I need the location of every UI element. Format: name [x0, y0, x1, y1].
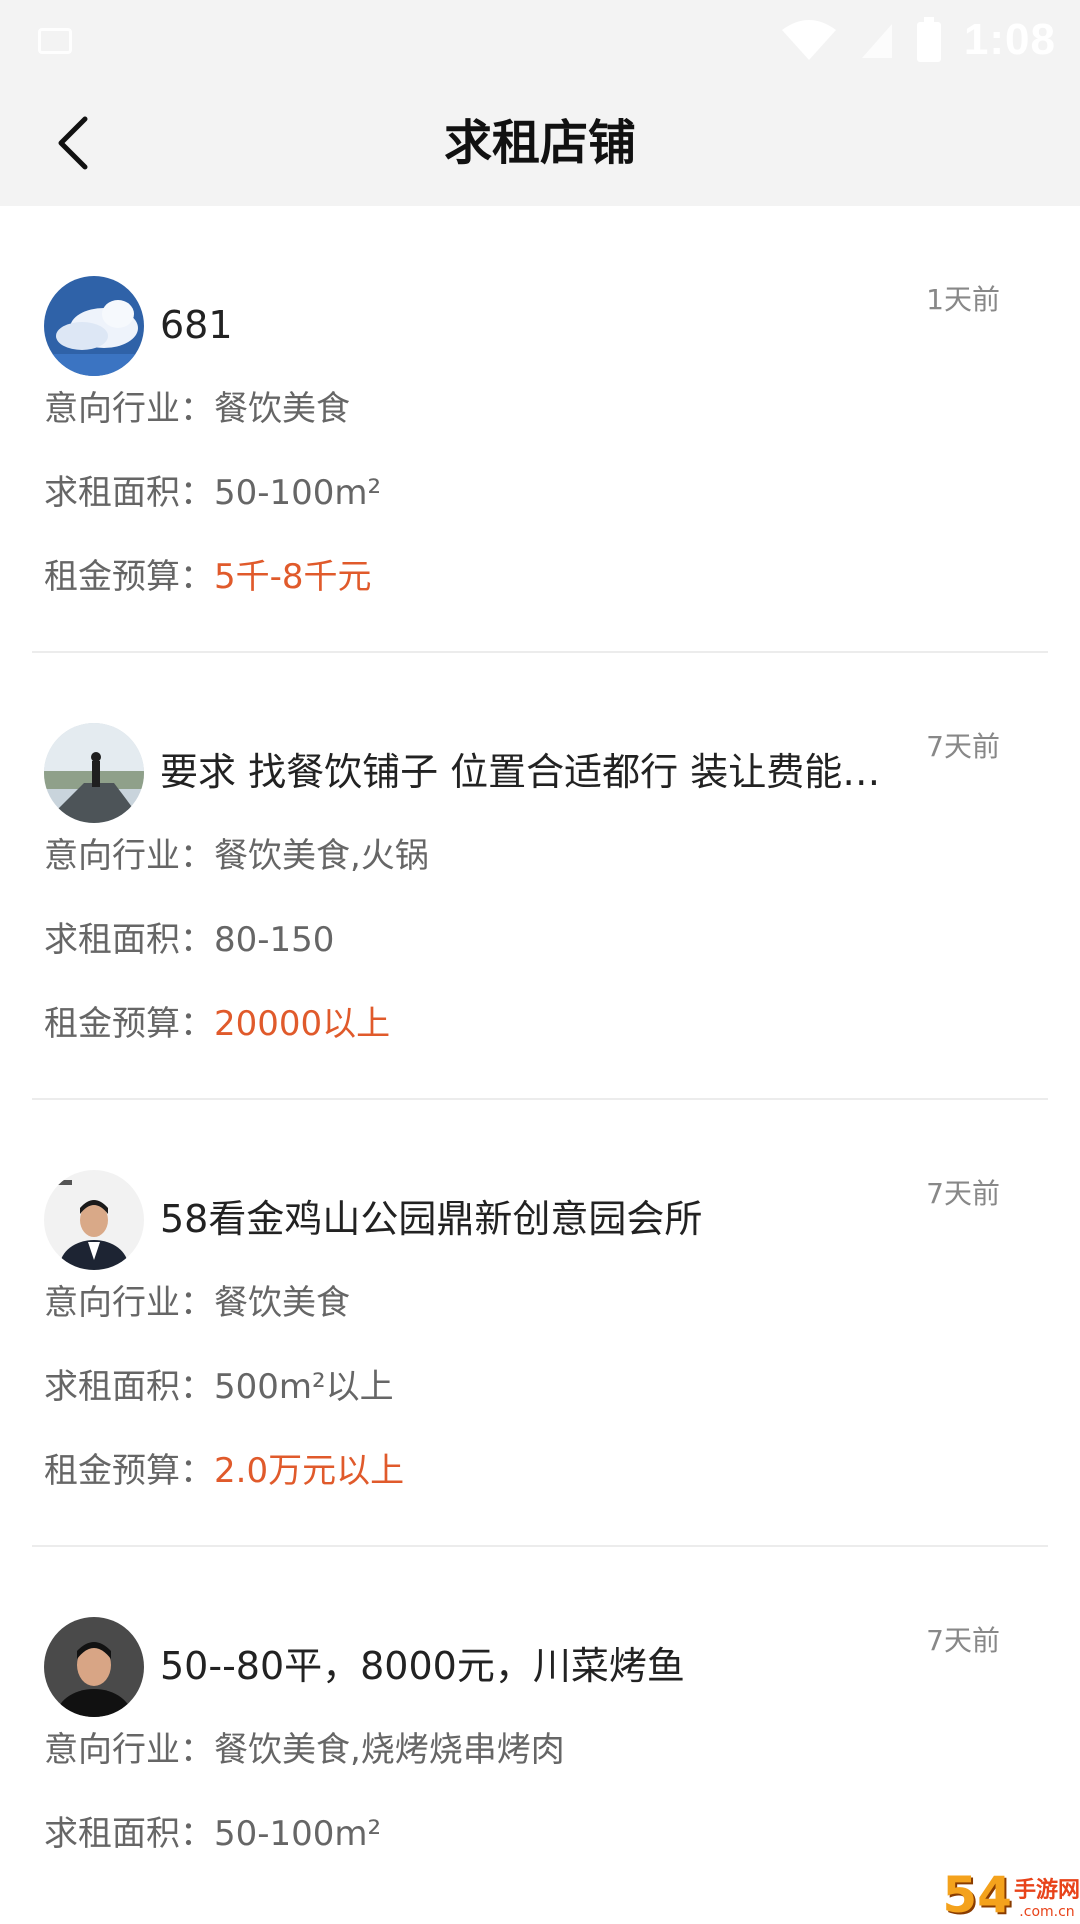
area-value: 80-150 — [214, 920, 334, 960]
listing-card[interactable]: 50--80平，8000元，川菜烤鱼 7天前 意向行业：餐饮美食,烧烤烧串烤肉 … — [0, 1547, 1080, 1920]
status-time: 1:08 — [964, 15, 1056, 65]
wifi-icon — [780, 18, 838, 62]
area-value: 50-100m² — [214, 1814, 381, 1854]
area-label: 求租面积： — [44, 1814, 214, 1854]
status-bar: 1:08 — [0, 0, 1080, 80]
watermark-logo: 54 手游网 .com.cn — [920, 1860, 1080, 1920]
listing-time: 7天前 — [926, 1174, 1000, 1214]
status-icons: 1:08 — [780, 14, 1056, 66]
industry-row: 意向行业：餐饮美食 — [44, 1278, 350, 1328]
industry-label: 意向行业： — [44, 836, 214, 876]
listing-time: 1天前 — [926, 280, 1000, 320]
area-label: 求租面积： — [44, 473, 214, 513]
industry-row: 意向行业：餐饮美食,火锅 — [44, 831, 429, 881]
listing-title: 58看金鸡山公园鼎新创意园会所 — [160, 1184, 890, 1254]
listing-title: 50--80平，8000元，川菜烤鱼 — [160, 1631, 890, 1701]
area-value: 500m²以上 — [214, 1367, 394, 1407]
budget-value: 2.0万元以上 — [214, 1451, 404, 1491]
area-row: 求租面积：500m²以上 — [44, 1362, 394, 1412]
area-row: 求租面积：50-100m² — [44, 468, 381, 518]
listing-time: 7天前 — [926, 727, 1000, 767]
budget-value: 5千-8千元 — [214, 557, 372, 597]
budget-value: 20000以上 — [214, 1004, 390, 1044]
watermark-cn: 手游网 — [1014, 1878, 1080, 1904]
area-label: 求租面积： — [44, 1367, 214, 1407]
area-label: 求租面积： — [44, 920, 214, 960]
header: 求租店铺 — [0, 80, 1080, 206]
industry-label: 意向行业： — [44, 1730, 214, 1770]
listing-title: 要求 找餐饮铺子 位置合适都行 装让费能… — [160, 737, 890, 807]
budget-row: 租金预算：2.0万元以上 — [44, 1446, 404, 1496]
budget-label: 租金预算： — [44, 1451, 214, 1491]
area-row: 求租面积：50-100m² — [44, 1809, 381, 1859]
watermark-text: 手游网 .com.cn — [1014, 1878, 1080, 1920]
signal-icon — [860, 20, 894, 60]
avatar[interactable] — [44, 723, 144, 823]
area-value: 50-100m² — [214, 473, 381, 513]
notification-icon — [38, 28, 72, 54]
industry-label: 意向行业： — [44, 389, 214, 429]
battery-icon — [916, 17, 942, 63]
area-row: 求租面积：80-150 — [44, 915, 334, 965]
industry-value: 餐饮美食 — [214, 1283, 350, 1323]
budget-row: 租金预算：20000以上 — [44, 999, 390, 1049]
listing-card[interactable]: 58看金鸡山公园鼎新创意园会所 7天前 意向行业：餐饮美食 求租面积：500m²… — [0, 1100, 1080, 1547]
listing-card[interactable]: 要求 找餐饮铺子 位置合适都行 装让费能… 7天前 意向行业：餐饮美食,火锅 求… — [0, 653, 1080, 1100]
budget-row: 租金预算：5千-8千元 — [44, 552, 372, 602]
industry-row: 意向行业：餐饮美食,烧烤烧串烤肉 — [44, 1725, 565, 1775]
budget-label: 租金预算： — [44, 1004, 214, 1044]
back-button[interactable] — [30, 100, 116, 186]
watermark-en: .com.cn — [1019, 1904, 1074, 1920]
industry-label: 意向行业： — [44, 1283, 214, 1323]
industry-row: 意向行业：餐饮美食 — [44, 384, 350, 434]
listing-card[interactable]: 681 1天前 意向行业：餐饮美食 求租面积：50-100m² 租金预算：5千-… — [0, 206, 1080, 653]
avatar[interactable] — [44, 276, 144, 376]
avatar[interactable] — [44, 1170, 144, 1270]
page-title: 求租店铺 — [0, 80, 1080, 206]
industry-value: 餐饮美食,火锅 — [214, 836, 429, 876]
avatar[interactable] — [44, 1617, 144, 1717]
industry-value: 餐饮美食 — [214, 389, 350, 429]
listing-title: 681 — [160, 290, 890, 360]
watermark-number: 54 — [942, 1870, 1012, 1920]
budget-label: 租金预算： — [44, 557, 214, 597]
listing-list: 681 1天前 意向行业：餐饮美食 求租面积：50-100m² 租金预算：5千-… — [0, 206, 1080, 1920]
chevron-left-icon — [53, 115, 93, 171]
listing-time: 7天前 — [926, 1621, 1000, 1661]
industry-value: 餐饮美食,烧烤烧串烤肉 — [214, 1730, 565, 1770]
